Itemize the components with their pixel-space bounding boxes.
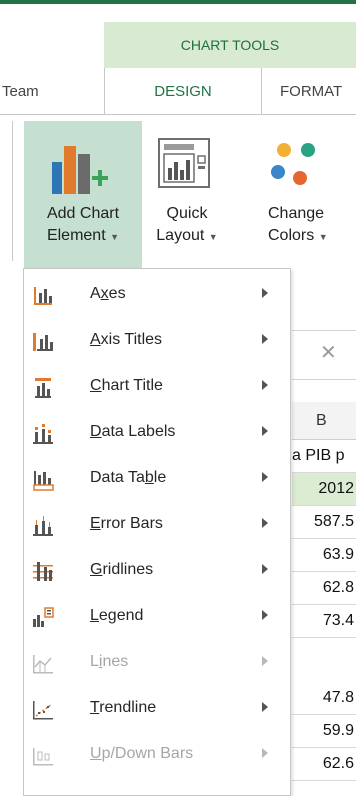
menu-item-trendline[interactable]: Trendline: [24, 687, 290, 733]
menu-item-label: Up/Down Bars: [90, 745, 194, 762]
submenu-arrow-icon: [262, 472, 268, 482]
menu-item-axis-titles[interactable]: Axis Titles: [24, 319, 290, 365]
menu-item-label: Data Labels: [90, 423, 176, 440]
cell-value[interactable]: 63.9: [292, 539, 356, 572]
menu-item-data-labels[interactable]: Data Labels: [24, 411, 290, 457]
cell-header[interactable]: a PIB p: [292, 440, 356, 473]
menu-item-label: Trendline: [90, 699, 157, 716]
submenu-arrow-icon: [262, 380, 268, 390]
tab-format[interactable]: FORMAT: [262, 68, 356, 114]
axes-icon: [34, 287, 52, 305]
chart-title-icon: [35, 378, 51, 398]
submenu-arrow-icon: [262, 334, 268, 344]
submenu-arrow-icon: [262, 656, 268, 666]
add-chart-element-label-1: Add Chart: [46, 205, 120, 222]
tab-design[interactable]: DESIGN: [104, 68, 262, 115]
menu-item-label: Axis Titles: [90, 331, 163, 348]
menu-item-label: Axes: [90, 285, 126, 302]
add-chart-element-icon: [52, 146, 108, 194]
trendline-icon: [33, 701, 53, 720]
cell-value[interactable]: 62.6: [292, 748, 356, 781]
data-labels-icon: [33, 424, 53, 444]
menu-item-gridlines[interactable]: Gridlines: [24, 549, 290, 595]
add-chart-element-label-2: Element ▼: [46, 227, 120, 244]
submenu-arrow-icon: [262, 518, 268, 528]
submenu-arrow-icon: [262, 564, 268, 574]
menu-item-lines: Lines: [24, 641, 290, 687]
submenu-arrow-icon: [262, 702, 268, 712]
column-header-b[interactable]: B: [292, 402, 356, 440]
menu-item-label: Legend: [90, 607, 144, 624]
cancel-icon[interactable]: ✕: [320, 340, 337, 365]
cell-value[interactable]: 62.8: [292, 572, 356, 605]
menu-item-error-bars[interactable]: Error Bars: [24, 503, 290, 549]
dropdown-arrow-icon: ▼: [110, 232, 120, 242]
menure-item-label: Lines: [90, 653, 129, 670]
data-table-icon: [33, 471, 54, 491]
cell-value[interactable]: 73.4: [292, 605, 356, 638]
accent-stripe: [0, 0, 356, 4]
quick-layout-label-2: Layout ▼: [156, 227, 218, 244]
chart-tools-context-header: CHART TOOLS: [104, 22, 356, 68]
menu-item-legend[interactable]: Legend: [24, 595, 290, 641]
add-chart-element-menu: Axes Axis Titles Chart Title Data Labels: [23, 268, 291, 796]
error-bars-icon: [33, 516, 53, 536]
submenu-arrow-icon: [262, 288, 268, 298]
cell-value[interactable]: 47.8: [292, 682, 356, 715]
menu-item-data-table[interactable]: Data Table: [24, 457, 290, 503]
cell-year[interactable]: 2012: [292, 473, 356, 506]
cell-value[interactable]: 59.9: [292, 715, 356, 748]
quick-layout-label-1: Quick: [166, 205, 208, 222]
cell-value[interactable]: 587.5: [292, 506, 356, 539]
lines-icon: [33, 655, 53, 674]
dropdown-arrow-icon: ▼: [318, 232, 328, 242]
menu-item-chart-title[interactable]: Chart Title: [24, 365, 290, 411]
menu-item-up-down-bars: Up/Down Bars: [24, 733, 290, 779]
submenu-arrow-icon: [262, 748, 268, 758]
menu-item-label: Error Bars: [90, 515, 163, 532]
menu-item-axes[interactable]: Axes: [24, 273, 290, 319]
menu-item-label: Gridlines: [90, 561, 154, 578]
submenu-arrow-icon: [262, 426, 268, 436]
dropdown-arrow-icon: ▼: [208, 232, 218, 242]
menu-item-label: Chart Title: [90, 377, 163, 394]
legend-icon: [33, 607, 54, 627]
menu-item-label: Data Table: [90, 469, 167, 486]
up-down-bars-icon: [33, 748, 53, 766]
tab-team[interactable]: Team: [0, 68, 106, 114]
change-colors-label-1: Change: [268, 205, 325, 222]
change-colors-icon[interactable]: [268, 140, 322, 188]
axis-titles-icon: [33, 333, 53, 351]
quick-layout-icon[interactable]: [158, 138, 210, 188]
gridlines-icon: [33, 562, 53, 581]
group-divider: [12, 121, 13, 261]
submenu-arrow-icon: [262, 610, 268, 620]
change-colors-label-2: Colors ▼: [268, 227, 328, 244]
